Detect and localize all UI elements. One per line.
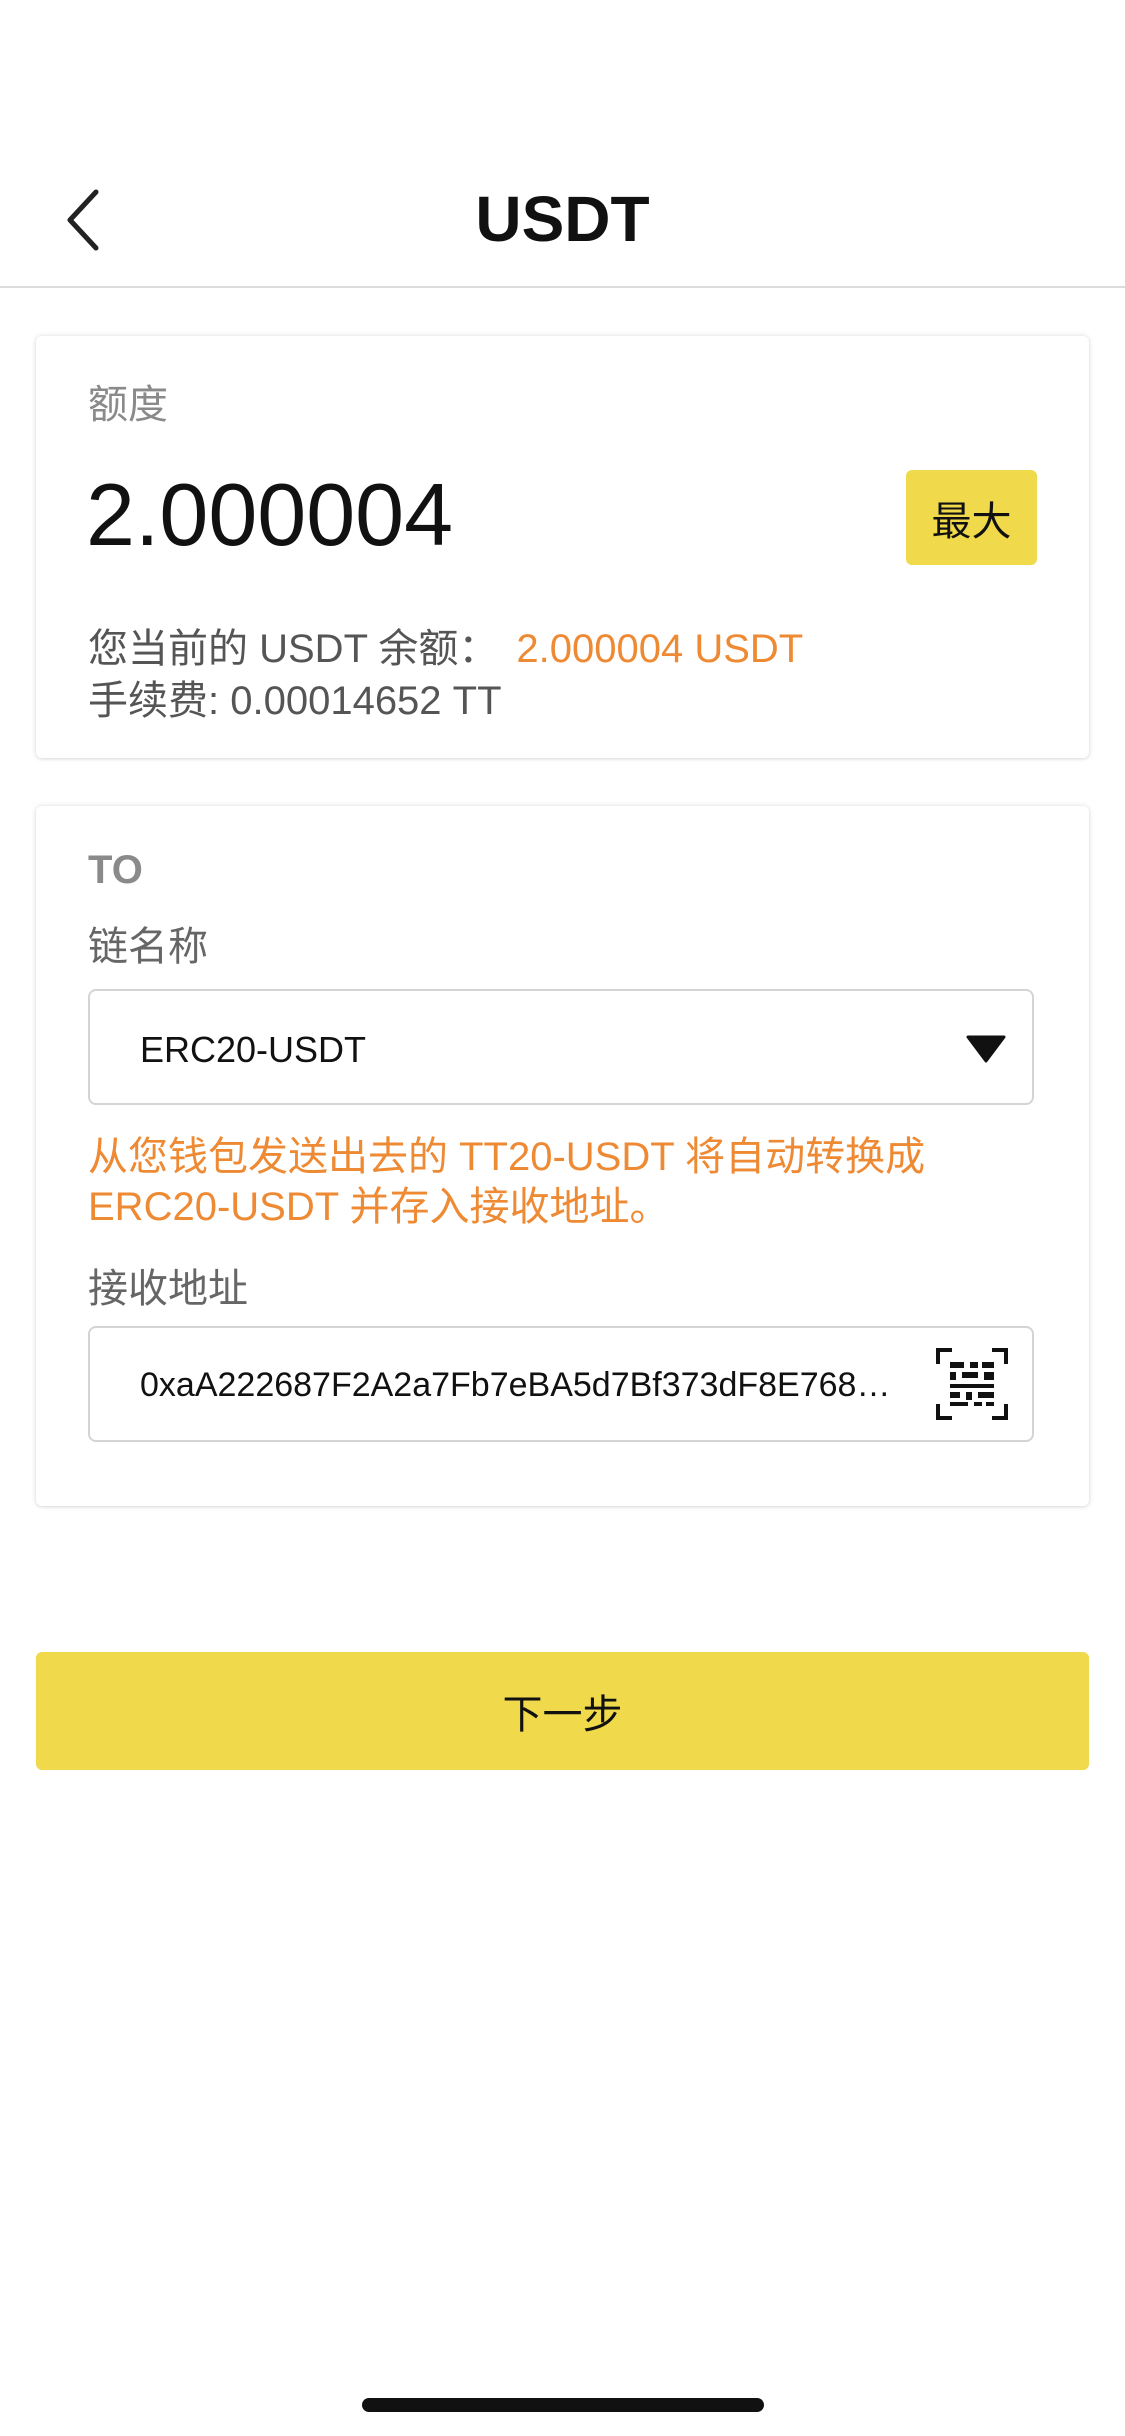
balance-label: 您当前的 USDT 余额： xyxy=(88,627,499,671)
amount-label: 额度 xyxy=(88,383,168,427)
max-button[interactable]: 最大 xyxy=(906,470,1037,565)
amount-card: 额度 2.000004 最大 您当前的 USDT 余额： 2.000004 USD… xyxy=(36,336,1089,758)
page-title: USDT xyxy=(475,183,650,255)
caret-down-icon xyxy=(966,1035,1006,1063)
address-value: 0xaA222687F2A2a7Fb7eBA5d7Bf373dF8E768… xyxy=(140,1366,891,1404)
balance-row: 您当前的 USDT 余额： 2.000004 USDT xyxy=(88,616,803,674)
chain-select[interactable]: ERC20-USDT xyxy=(88,989,1034,1105)
chain-label: 链名称 xyxy=(88,925,208,969)
balance-value: 2.000004 USDT xyxy=(516,627,804,671)
to-label: TO xyxy=(88,848,143,892)
conversion-warning: 从您钱包发送出去的 TT20-USDT 将自动转换成 ERC20-USDT 并存… xyxy=(88,1135,926,1229)
recipient-card: TO 链名称 ERC20-USDT 从您钱包发送出去的 TT20-USDT 将自… xyxy=(36,806,1089,1506)
next-step-button[interactable]: 下一步 xyxy=(36,1652,1089,1770)
fee-text: 手续费: 0.00014652 TT xyxy=(88,679,502,723)
nav-header: USDT xyxy=(0,0,1125,288)
amount-value[interactable]: 2.000004 xyxy=(86,464,453,566)
chain-select-value: ERC20-USDT xyxy=(140,1029,367,1070)
address-label: 接收地址 xyxy=(88,1267,248,1311)
home-indicator[interactable] xyxy=(362,2398,764,2412)
qr-scan-icon[interactable] xyxy=(934,1346,1010,1422)
address-input[interactable]: 0xaA222687F2A2a7Fb7eBA5d7Bf373dF8E768… xyxy=(88,1326,1034,1442)
